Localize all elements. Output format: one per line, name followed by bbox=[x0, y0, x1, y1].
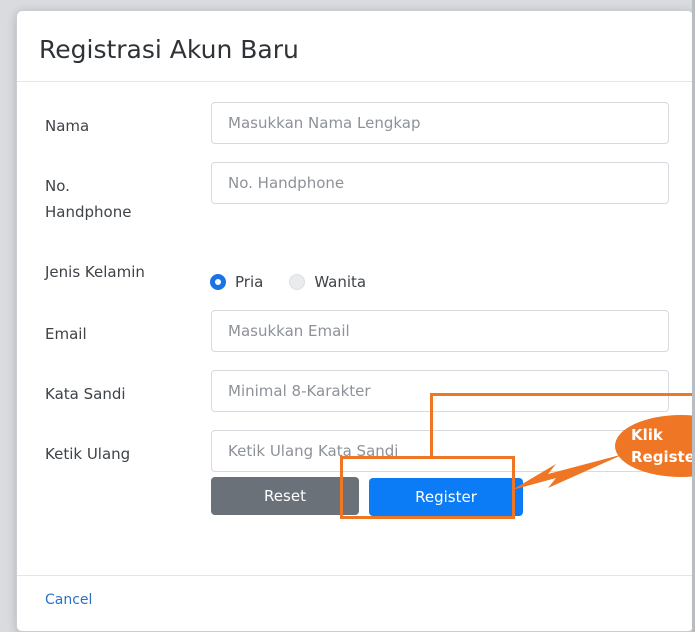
confirm-password-input[interactable] bbox=[211, 430, 669, 472]
name-label: Nama bbox=[45, 117, 90, 135]
name-input[interactable] bbox=[211, 102, 669, 144]
email-label: Email bbox=[45, 325, 87, 343]
radio-checked-icon[interactable] bbox=[210, 274, 226, 290]
reset-button[interactable]: Reset bbox=[211, 477, 359, 515]
registration-dialog: Registrasi Akun Baru Nama No. Handphone … bbox=[16, 10, 694, 632]
email-input[interactable] bbox=[211, 310, 669, 352]
radio-unchecked-icon[interactable] bbox=[289, 274, 306, 290]
password-input[interactable] bbox=[211, 370, 669, 412]
register-button[interactable]: Register bbox=[369, 478, 523, 516]
phone-input[interactable] bbox=[211, 162, 669, 204]
cancel-link[interactable]: Cancel bbox=[45, 592, 92, 608]
dialog-header: Registrasi Akun Baru bbox=[17, 11, 693, 82]
dialog-footer: Cancel bbox=[17, 575, 693, 631]
gender-option-label: Wanita bbox=[314, 273, 367, 291]
gender-radio-group: Pria Wanita bbox=[210, 270, 392, 294]
confirm-password-label: Ketik Ulang bbox=[45, 445, 131, 463]
password-label: Kata Sandi bbox=[45, 385, 126, 403]
dialog-title: Registrasi Akun Baru bbox=[39, 35, 299, 64]
gender-option-wanita[interactable]: Wanita bbox=[289, 273, 366, 291]
gender-option-label: Pria bbox=[235, 273, 264, 291]
phone-label-line2: Handphone bbox=[45, 203, 132, 221]
phone-label-line1: No. bbox=[45, 177, 70, 195]
gender-option-pria[interactable]: Pria bbox=[210, 273, 263, 291]
gender-label: Jenis Kelamin bbox=[45, 263, 145, 281]
